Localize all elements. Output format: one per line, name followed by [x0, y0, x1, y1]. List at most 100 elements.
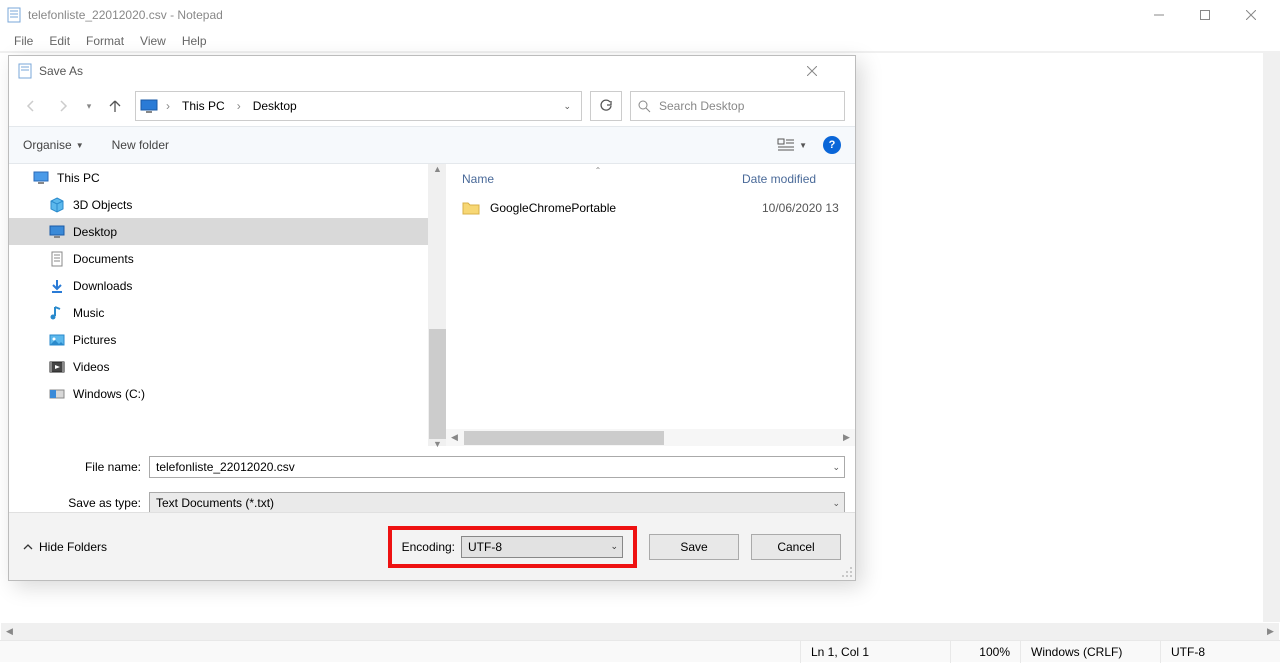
3d-objects-icon	[49, 197, 65, 213]
notepad-vertical-scrollbar[interactable]	[1263, 52, 1280, 622]
encoding-label: Encoding:	[402, 540, 455, 554]
tree-label: This PC	[57, 171, 100, 185]
videos-icon	[49, 359, 65, 375]
address-bar[interactable]: › This PC › Desktop ⌄	[135, 91, 582, 121]
maximize-button[interactable]	[1182, 0, 1228, 30]
tree-item-pictures[interactable]: Pictures	[9, 326, 428, 353]
filename-value: telefonliste_22012020.csv	[156, 460, 295, 474]
tree-label: Music	[73, 306, 104, 320]
chevron-down-icon[interactable]: ⌄	[832, 498, 840, 509]
refresh-button[interactable]	[590, 91, 622, 121]
dialog-nav-row: ▾ › This PC › Desktop ⌄ Search Desktop	[9, 86, 855, 126]
pictures-icon	[49, 332, 65, 348]
hide-folders-label: Hide Folders	[39, 540, 107, 554]
status-lncol: Ln 1, Col 1	[800, 641, 950, 663]
notepad-title: telefonliste_22012020.csv - Notepad	[28, 8, 1136, 22]
encoding-value: UTF-8	[468, 540, 502, 554]
saveastype-value: Text Documents (*.txt)	[156, 496, 274, 510]
tree-item-downloads[interactable]: Downloads	[9, 272, 428, 299]
scroll-down-icon[interactable]: ▼	[429, 439, 446, 449]
tree-item-thispc[interactable]: This PC	[9, 164, 428, 191]
filelist-hscrollbar[interactable]: ◀ ▶	[446, 429, 855, 446]
filename-label: File name:	[19, 460, 149, 474]
search-placeholder: Search Desktop	[659, 99, 744, 113]
tree-scrollbar[interactable]: ▲ ▼	[429, 164, 446, 446]
tree-item-videos[interactable]: Videos	[9, 353, 428, 380]
encoding-highlight: Encoding: UTF-8 ⌄	[388, 526, 637, 568]
status-encoding: UTF-8	[1160, 641, 1280, 663]
address-dropdown-icon[interactable]: ⌄	[557, 101, 577, 112]
save-as-dialog: Save As ▾ › This PC › Desktop ⌄ Search D…	[8, 55, 856, 581]
thispc-icon	[33, 170, 49, 186]
hide-folders-button[interactable]: Hide Folders	[23, 540, 107, 554]
tree-label: Windows (C:)	[73, 387, 145, 401]
explorer-pane: This PC 3D ObjectsDesktop Documents Downlo…	[9, 164, 855, 446]
chevron-down-icon[interactable]: ⌄	[610, 541, 618, 552]
menu-file[interactable]: File	[6, 31, 41, 51]
nav-forward-button[interactable]	[51, 94, 75, 118]
minimize-button[interactable]	[1136, 0, 1182, 30]
menu-help[interactable]: Help	[174, 31, 215, 51]
help-button[interactable]: ?	[823, 136, 841, 154]
breadcrumb-desktop[interactable]: Desktop	[249, 97, 301, 115]
dialog-toolbar: Organise▼ New folder ▼ ?	[9, 126, 855, 164]
dialog-title: Save As	[39, 64, 807, 78]
windows-c--icon	[49, 386, 65, 402]
column-date-header[interactable]: Date modified	[742, 172, 816, 186]
folder-tree: This PC 3D ObjectsDesktop Documents Downlo…	[9, 164, 429, 446]
desktop-icon	[49, 224, 65, 240]
dialog-titlebar: Save As	[9, 56, 855, 86]
file-date: 10/06/2020 13	[762, 201, 839, 215]
notepad-statusbar: Ln 1, Col 1 100% Windows (CRLF) UTF-8	[0, 640, 1280, 662]
save-label: Save	[680, 540, 707, 554]
tree-item-windows-c-[interactable]: Windows (C:)	[9, 380, 428, 407]
notepad-horizontal-scrollbar[interactable]: ◀ ▶	[1, 623, 1279, 640]
sort-indicator-icon: ⌃	[586, 166, 610, 175]
menu-view[interactable]: View	[132, 31, 174, 51]
music-icon	[49, 305, 65, 321]
tree-item-desktop[interactable]: Desktop	[9, 218, 428, 245]
resize-grip-icon[interactable]	[841, 566, 853, 578]
chevron-right-icon: ›	[233, 99, 245, 113]
new-folder-label: New folder	[112, 138, 169, 152]
menu-format[interactable]: Format	[78, 31, 132, 51]
nav-back-button[interactable]	[19, 94, 43, 118]
dialog-bottom-bar: Hide Folders Encoding: UTF-8 ⌄ Save Cance…	[9, 512, 855, 580]
tree-item-3d-objects[interactable]: 3D Objects	[9, 191, 428, 218]
status-zoom: 100%	[950, 641, 1020, 663]
tree-label: Documents	[73, 252, 134, 266]
tree-item-music[interactable]: Music	[9, 299, 428, 326]
saveastype-label: Save as type:	[19, 496, 149, 510]
scroll-right-icon[interactable]: ▶	[1262, 623, 1279, 640]
scroll-up-icon[interactable]: ▲	[429, 164, 446, 174]
save-button[interactable]: Save	[649, 534, 739, 560]
folder-icon	[462, 201, 480, 215]
file-row[interactable]: GoogleChromePortable 10/06/2020 13	[446, 194, 855, 222]
notepad-titlebar: telefonliste_22012020.csv - Notepad	[0, 0, 1280, 30]
organise-button[interactable]: Organise▼	[23, 138, 84, 152]
organise-label: Organise	[23, 138, 72, 152]
scroll-right-icon[interactable]: ▶	[838, 429, 855, 446]
file-name: GoogleChromePortable	[490, 201, 752, 215]
menu-edit[interactable]: Edit	[41, 31, 78, 51]
chevron-down-icon[interactable]: ⌄	[832, 462, 840, 473]
nav-recent-dropdown[interactable]: ▾	[83, 94, 95, 118]
breadcrumb-thispc[interactable]: This PC	[178, 97, 229, 115]
cancel-button[interactable]: Cancel	[751, 534, 841, 560]
tree-item-documents[interactable]: Documents	[9, 245, 428, 272]
search-icon	[637, 99, 651, 113]
notepad-icon	[17, 63, 33, 79]
new-folder-button[interactable]: New folder	[112, 138, 169, 152]
close-button[interactable]	[1228, 0, 1274, 30]
saveastype-select[interactable]: Text Documents (*.txt) ⌄	[149, 492, 845, 514]
encoding-select[interactable]: UTF-8 ⌄	[461, 536, 623, 558]
scroll-left-icon[interactable]: ◀	[1, 623, 18, 640]
search-input[interactable]: Search Desktop	[630, 91, 845, 121]
nav-up-button[interactable]	[103, 94, 127, 118]
chevron-right-icon: ›	[162, 99, 174, 113]
filename-input[interactable]: telefonliste_22012020.csv ⌄	[149, 456, 845, 478]
dialog-close-button[interactable]	[807, 66, 847, 76]
status-lineending: Windows (CRLF)	[1020, 641, 1160, 663]
scroll-left-icon[interactable]: ◀	[446, 429, 463, 446]
view-options-button[interactable]: ▼	[777, 138, 807, 152]
